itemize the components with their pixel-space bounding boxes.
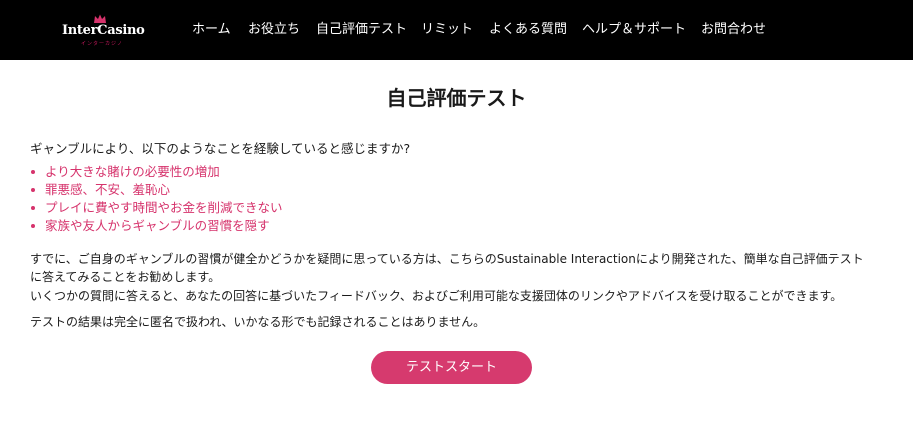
bullet-dot [31,188,35,192]
bullet-dot [31,170,35,174]
top-navigation-bar: InterCasino インターカジノ ホーム お役立ち 自己評価テスト リミッ… [0,0,913,60]
paragraph-line: すでに、ご自身のギャンブルの習慣が健全かどうかを疑問に思っている方は、こちらのS… [30,252,864,266]
paragraph-line: に答えてみることをお勧めします。 [30,270,221,284]
start-test-button[interactable]: テストスタート [371,351,532,384]
logo-text: InterCasino [62,23,145,38]
list-item: プレイに費やす時間やお金を削減できない [30,199,530,217]
nav-help-support[interactable]: ヘルプ＆サポート [582,0,686,60]
nav-helpful-info[interactable]: お役立ち [248,0,300,60]
intercasino-logo[interactable]: InterCasino インターカジノ [62,14,145,48]
list-item: より大きな賭けの必要性の増加 [30,163,530,181]
nav-home[interactable]: ホーム [192,0,231,60]
page-title: 自己評価テスト [386,86,527,110]
bullet-dot [31,224,35,228]
nav-contact[interactable]: お問合わせ [701,0,766,60]
logo-subtext: インターカジノ [81,41,123,47]
list-item: 家族や友人からギャンブルの習慣を隠す [30,217,530,235]
symptom-list: より大きな賭けの必要性の増加 罪悪感、不安、羞恥心 プレイに費やす時間やお金を削… [30,163,530,235]
nav-faq[interactable]: よくある質問 [489,0,567,60]
nav-limits[interactable]: リミット [421,0,473,60]
anonymity-note: テストの結果は完全に匿名で扱われ、いかなる形でも記録されることはありません。 [30,315,486,329]
bullet-dot [31,206,35,210]
nav-self-assessment[interactable]: 自己評価テスト [316,0,407,60]
intro-question: ギャンブルにより、以下のようなことを経験していると感じますか? [30,141,411,156]
list-item: 罪悪感、不安、羞恥心 [30,181,530,199]
paragraph-line: いくつかの質問に答えると、あなたの回答に基づいたフィードバック、およびご利用可能… [30,289,843,303]
